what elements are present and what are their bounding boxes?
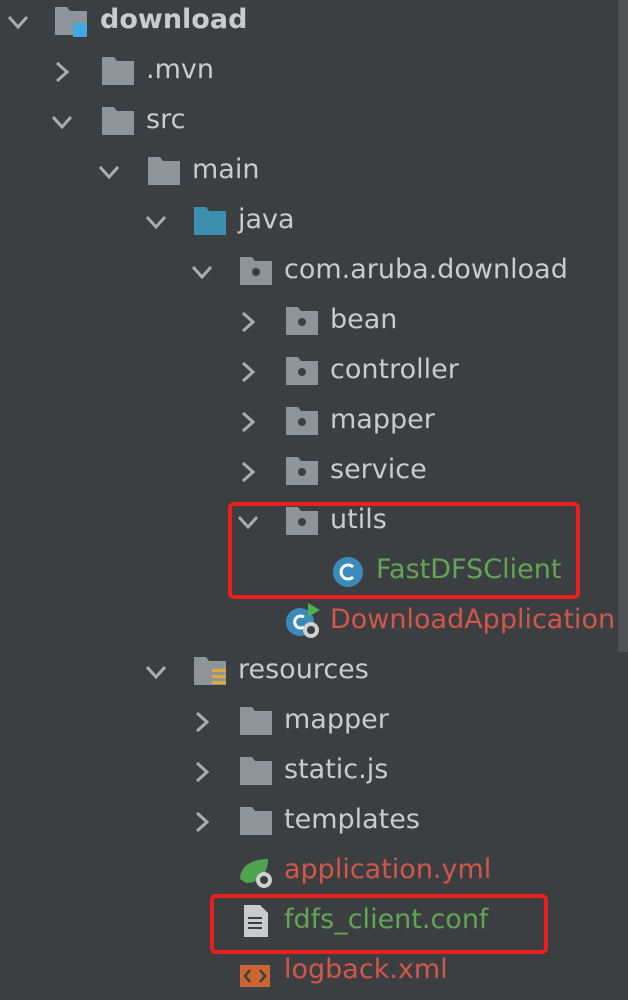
chevron-right-icon[interactable] [190,710,214,734]
tree-label: main [192,154,260,185]
tree-label: templates [284,804,420,835]
chevron-right-icon[interactable] [236,360,260,384]
tree-label: mapper [284,704,389,735]
package-icon [286,457,318,485]
tree-label: java [238,204,295,235]
spring-yml-icon [240,859,272,888]
tree-row-logback-xml[interactable]: logback.xml [0,947,628,997]
tree-row-package-root[interactable]: com.aruba.download [0,247,628,297]
tree-row-service[interactable]: service [0,447,628,497]
package-icon [286,307,318,335]
tree-row-templates[interactable]: templates [0,797,628,847]
tree-label: resources [238,654,369,685]
tree-row-src[interactable]: src [0,97,628,147]
tree-row-mapper-package[interactable]: mapper [0,397,628,447]
chevron-right-icon[interactable] [236,310,260,334]
module-folder-icon [55,7,87,37]
chevron-down-icon[interactable] [50,110,74,134]
tree-row-static-js[interactable]: static.js [0,747,628,797]
scrollbar[interactable] [618,0,628,652]
xml-file-icon [240,965,270,987]
tree-label: bean [330,304,398,335]
folder-icon [102,57,134,85]
folder-icon [240,807,272,835]
tree-row-bean[interactable]: bean [0,297,628,347]
chevron-right-icon[interactable] [50,60,74,84]
tree-label: com.aruba.download [284,254,568,285]
folder-icon [240,707,272,735]
package-icon [240,257,272,285]
tree-row-resources[interactable]: resources [0,647,628,697]
chevron-right-icon[interactable] [190,760,214,784]
package-icon [286,407,318,435]
chevron-down-icon[interactable] [144,210,168,234]
chevron-right-icon[interactable] [190,810,214,834]
tree-label: download [100,4,248,35]
tree-label: service [330,454,427,485]
tree-label: static.js [284,754,389,785]
tree-row-mvn[interactable]: .mvn [0,47,628,97]
tree-row-main[interactable]: main [0,147,628,197]
folder-icon [240,757,272,785]
resources-root-folder-icon [194,657,226,685]
tree-row-java[interactable]: java [0,197,628,247]
tree-label: DownloadApplication [330,604,616,635]
tree-row-downloadapplication[interactable]: DownloadApplication [0,597,628,647]
chevron-down-icon[interactable] [6,10,30,34]
tree-label: application.yml [284,854,492,885]
tree-label: src [146,104,186,135]
spring-boot-class-icon [286,603,320,638]
chevron-down-icon[interactable] [190,260,214,284]
tree-row-application-yml[interactable]: application.yml [0,847,628,897]
tree-row-download[interactable]: download [0,0,628,47]
chevron-down-icon[interactable] [144,660,168,684]
highlight-box-utils [228,502,580,599]
chevron-down-icon[interactable] [97,160,121,184]
package-icon [286,357,318,385]
project-tree: download .mvn src main java com.aruba.do… [0,0,628,1000]
chevron-right-icon[interactable] [236,410,260,434]
folder-icon [148,157,180,185]
tree-label: logback.xml [284,954,448,985]
tree-row-mapper-folder[interactable]: mapper [0,697,628,747]
tree-label: controller [330,354,459,385]
tree-label: mapper [330,404,435,435]
chevron-right-icon[interactable] [236,460,260,484]
tree-row-controller[interactable]: controller [0,347,628,397]
tree-label: .mvn [146,54,214,85]
folder-icon [102,107,134,135]
source-root-folder-icon [194,207,226,235]
highlight-box-fdfs-conf [210,894,548,954]
